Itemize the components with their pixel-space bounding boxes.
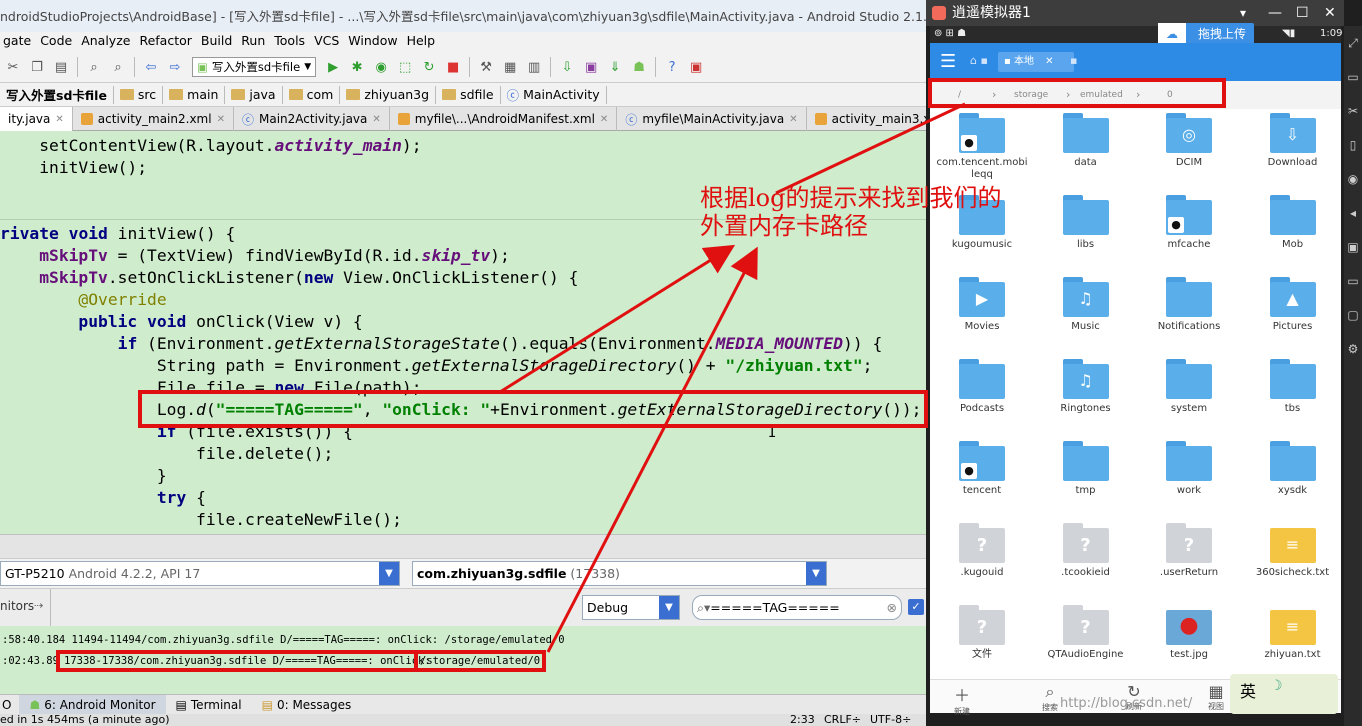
arrow-from-log-line (499, 244, 736, 394)
annotation-line-1: 根据log的提示来找到我们的 (700, 184, 1002, 212)
annotation-arrows (499, 102, 966, 653)
annotation-line-2: 外置内存卡路径 (700, 212, 868, 240)
arrow-from-log-output (546, 246, 758, 653)
annotation-text: 根据log的提示来找到我们的 外置内存卡路径 (700, 184, 1002, 240)
arrow-to-path (775, 102, 966, 195)
